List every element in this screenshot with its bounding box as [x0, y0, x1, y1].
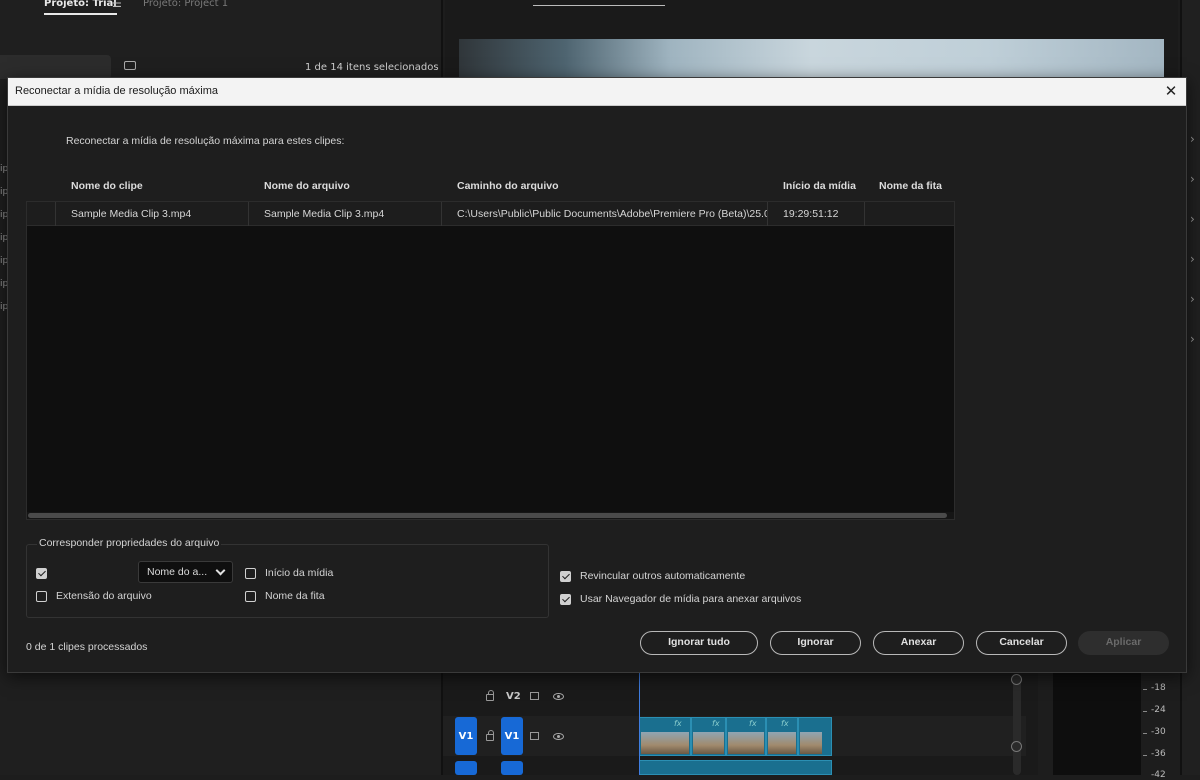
timeline-clip[interactable]: fx — [766, 717, 798, 756]
apply-button[interactable]: Aplicar — [1078, 631, 1169, 655]
meter-label: -18 — [1151, 683, 1166, 693]
cell-media-start: 19:29:51:12 — [768, 202, 865, 226]
file-extension-checkbox[interactable] — [36, 591, 47, 602]
meter-tick — [1143, 711, 1147, 712]
meter-tick — [1143, 733, 1147, 734]
relink-others-checkbox[interactable] — [560, 571, 571, 582]
ignore-button[interactable]: Ignorar — [770, 631, 861, 655]
timeline-clip[interactable] — [798, 717, 832, 756]
chevron-right-icon[interactable]: › — [1190, 132, 1195, 146]
relink-others-label: Revincular outros automaticamente — [580, 570, 746, 582]
monitor-tab-underline — [533, 5, 665, 6]
media-start-checkbox[interactable] — [245, 568, 256, 579]
match-properties-group — [26, 544, 549, 618]
column-header-file-name[interactable]: Nome do arquivo — [264, 180, 350, 192]
chevron-right-icon[interactable]: › — [1190, 212, 1195, 226]
track-target-v1[interactable]: V1 — [501, 717, 523, 755]
tape-name-checkbox[interactable] — [245, 591, 256, 602]
media-start-label: Início da mídia — [265, 567, 334, 579]
use-media-browser-label: Usar Navegador de mídia para anexar arqu… — [580, 593, 802, 605]
timeline-clip[interactable]: fx — [691, 717, 726, 756]
cell-clip-name: Sample Media Clip 3.mp4 — [56, 202, 249, 226]
scrollbar-thumb[interactable] — [28, 513, 947, 518]
eye-icon[interactable] — [553, 693, 564, 700]
source-patch-a1[interactable] — [455, 761, 477, 775]
chevron-right-icon[interactable]: › — [1190, 292, 1195, 306]
source-patch-v1[interactable]: V1 — [455, 717, 477, 755]
dropdown-value: Nome do a... — [147, 566, 208, 578]
sync-lock-icon[interactable] — [530, 732, 539, 740]
meter-label: -24 — [1151, 705, 1166, 715]
scroll-handle[interactable] — [1011, 741, 1022, 752]
tab-project-trial[interactable]: Projeto: Trial — [44, 0, 117, 15]
selection-count: 1 de 14 itens selecionados — [305, 62, 439, 73]
table-row[interactable]: Sample Media Clip 3.mp4 Sample Media Cli… — [27, 202, 954, 226]
column-header-tape-name[interactable]: Nome da fita — [879, 180, 942, 192]
panel-menu-icon[interactable]: ☰ — [112, 0, 122, 10]
cell-file-path: C:\Users\Public\Public Documents\Adobe\P… — [442, 202, 768, 226]
cell-tape-name — [865, 202, 954, 226]
table-horizontal-scrollbar[interactable] — [27, 512, 954, 519]
chevron-right-icon[interactable]: › — [1190, 332, 1195, 346]
meter-label: -42 — [1151, 770, 1166, 780]
chevron-down-icon — [215, 565, 226, 576]
attach-button[interactable]: Anexar — [873, 631, 964, 655]
track-v2-label: V2 — [506, 691, 521, 702]
video-preview — [459, 39, 1164, 79]
cell-file-name: Sample Media Clip 3.mp4 — [249, 202, 442, 226]
close-icon[interactable]: ✕ — [1163, 83, 1179, 99]
column-header-file-path[interactable]: Caminho do arquivo — [457, 180, 559, 192]
timeline-clip[interactable]: fx — [726, 717, 766, 756]
processing-status: 0 de 1 clipes processados — [26, 641, 148, 653]
meter-tick — [1143, 755, 1147, 756]
dialog-prompt: Reconectar a mídia de resolução máxima p… — [66, 135, 345, 147]
clips-table: Sample Media Clip 3.mp4 Sample Media Cli… — [26, 201, 955, 520]
tape-name-label: Nome da fita — [265, 590, 325, 602]
dialog-titlebar[interactable]: Reconectar a mídia de resolução máxima ✕ — [8, 78, 1186, 106]
chevron-right-icon[interactable]: › — [1190, 252, 1195, 266]
ignore-all-button[interactable]: Ignorar tudo — [640, 631, 758, 655]
audio-meter — [1053, 672, 1141, 775]
lock-icon[interactable] — [486, 690, 494, 701]
name-match-dropdown[interactable]: Nome do a... — [138, 561, 233, 583]
scroll-handle[interactable] — [1011, 674, 1022, 685]
use-media-browser-checkbox[interactable] — [560, 594, 571, 605]
column-header-clip-name[interactable]: Nome do clipe — [71, 180, 143, 192]
lock-icon[interactable] — [486, 730, 494, 741]
row-gutter — [27, 202, 56, 226]
match-properties-title: Corresponder propriedades do arquivo — [37, 537, 222, 549]
new-bin-icon[interactable] — [124, 61, 136, 70]
cancel-button[interactable]: Cancelar — [976, 631, 1067, 655]
timeline-scrollbar[interactable] — [1013, 678, 1021, 775]
match-name-checkbox[interactable] — [36, 568, 47, 579]
dialog-title: Reconectar a mídia de resolução máxima — [15, 85, 218, 97]
relink-full-resolution-dialog: Reconectar a mídia de resolução máxima ✕… — [7, 77, 1187, 673]
project-search-input[interactable] — [0, 55, 111, 79]
audio-clip[interactable] — [639, 760, 832, 775]
chevron-right-icon[interactable]: › — [1190, 172, 1195, 186]
tab-project-1[interactable]: Projeto: Project 1 — [143, 0, 228, 13]
column-header-media-start[interactable]: Início da mídia — [783, 180, 856, 192]
timeline-clip[interactable]: fx — [639, 717, 691, 756]
meter-label: -36 — [1151, 749, 1166, 759]
meter-label: -30 — [1151, 727, 1166, 737]
eye-icon[interactable] — [553, 733, 564, 740]
file-extension-label: Extensão do arquivo — [56, 590, 152, 602]
playhead[interactable] — [639, 672, 640, 775]
meter-tick — [1143, 689, 1147, 690]
sync-lock-icon[interactable] — [530, 692, 539, 700]
track-target-a1[interactable] — [501, 761, 523, 775]
